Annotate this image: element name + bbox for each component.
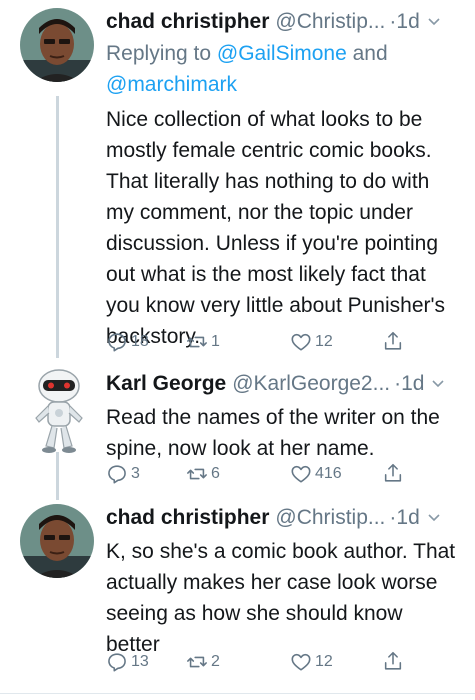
retweet-button[interactable]: 1 [186, 330, 220, 354]
tweet-text: Nice collection of what looks to be most… [106, 108, 446, 348]
bottom-divider [0, 693, 475, 694]
heart-icon [291, 333, 311, 351]
retweet-icon [187, 656, 207, 668]
like-button[interactable]: 12 [290, 650, 333, 674]
reply-count: 18 [131, 333, 149, 350]
retweet-icon [187, 336, 207, 348]
retweet-count: 1 [211, 333, 220, 350]
share-icon [384, 463, 402, 482]
share-button[interactable] [382, 650, 407, 672]
share-button[interactable] [382, 330, 407, 352]
timestamp[interactable]: ·1d [389, 8, 419, 36]
share-icon [384, 651, 402, 670]
user-handle[interactable]: @KarlGeorge2... [232, 370, 390, 398]
share-icon [384, 331, 402, 350]
retweet-button[interactable]: 6 [186, 462, 220, 486]
like-button[interactable]: 12 [290, 330, 333, 354]
display-name[interactable]: chad christipher [106, 504, 269, 532]
tweet-header: Karl George @KarlGeorge2... ·1d [106, 370, 461, 398]
robot-avatar-icon [35, 369, 83, 453]
reply-icon [108, 465, 126, 484]
reply-button[interactable]: 3 [106, 462, 140, 486]
chevron-down-icon[interactable] [432, 370, 445, 398]
mention-link[interactable]: @marchimark [106, 73, 237, 96]
tweet-actions: 13 2 12 [106, 650, 466, 674]
avatar[interactable] [30, 368, 88, 456]
reply-icon [108, 653, 126, 672]
avatar-image [20, 8, 94, 82]
mention-link[interactable]: @GailSimone [217, 42, 347, 65]
tweet-1[interactable]: chad christipher @Christip... ·1d Replyi… [0, 0, 475, 365]
reply-button[interactable]: 13 [106, 650, 149, 674]
like-count: 12 [315, 653, 333, 670]
avatar[interactable] [20, 8, 94, 82]
avatar[interactable] [20, 504, 94, 578]
like-count: 416 [315, 465, 342, 482]
tweet-header: chad christipher @Christip... ·1d [106, 8, 461, 36]
timestamp[interactable]: ·1d [389, 504, 419, 532]
reply-count: 13 [131, 653, 149, 670]
chevron-down-icon[interactable] [428, 8, 440, 36]
retweet-button[interactable]: 2 [186, 650, 220, 674]
tweet-3[interactable]: chad christipher @Christip... ·1d K, so … [0, 496, 475, 700]
heart-icon [291, 465, 311, 483]
like-button[interactable]: 416 [290, 462, 342, 486]
timestamp[interactable]: ·1d [394, 370, 424, 398]
user-handle[interactable]: @Christip... [275, 8, 385, 36]
user-handle[interactable]: @Christip... [275, 504, 385, 532]
tweet-actions: 3 6 416 [106, 462, 466, 486]
heart-icon [291, 653, 311, 671]
tweet-text: Read the names of the writer on the spin… [106, 406, 440, 460]
tweet-header: chad christipher @Christip... ·1d [106, 504, 461, 532]
display-name[interactable]: Karl George [106, 370, 226, 398]
retweet-count: 6 [211, 465, 220, 482]
tweet-text: K, so she's a comic book author. That ac… [106, 540, 456, 656]
reply-button[interactable]: 18 [106, 330, 149, 354]
replying-to-label: Replying to [106, 42, 217, 65]
replying-to: Replying to @GailSimone and @marchimark [106, 38, 461, 100]
retweet-icon [187, 468, 207, 480]
avatar-image [20, 504, 94, 578]
chevron-down-icon[interactable] [428, 504, 440, 532]
retweet-count: 2 [211, 653, 220, 670]
display-name[interactable]: chad christipher [106, 8, 269, 36]
reply-count: 3 [131, 465, 140, 482]
share-button[interactable] [382, 462, 407, 484]
reply-icon [108, 333, 126, 352]
tweet-actions: 18 1 12 [106, 330, 466, 354]
replying-to-and: and [346, 42, 388, 65]
tweet-2[interactable]: Karl George @KarlGeorge2... ·1d Read the… [0, 362, 475, 492]
like-count: 12 [315, 333, 333, 350]
